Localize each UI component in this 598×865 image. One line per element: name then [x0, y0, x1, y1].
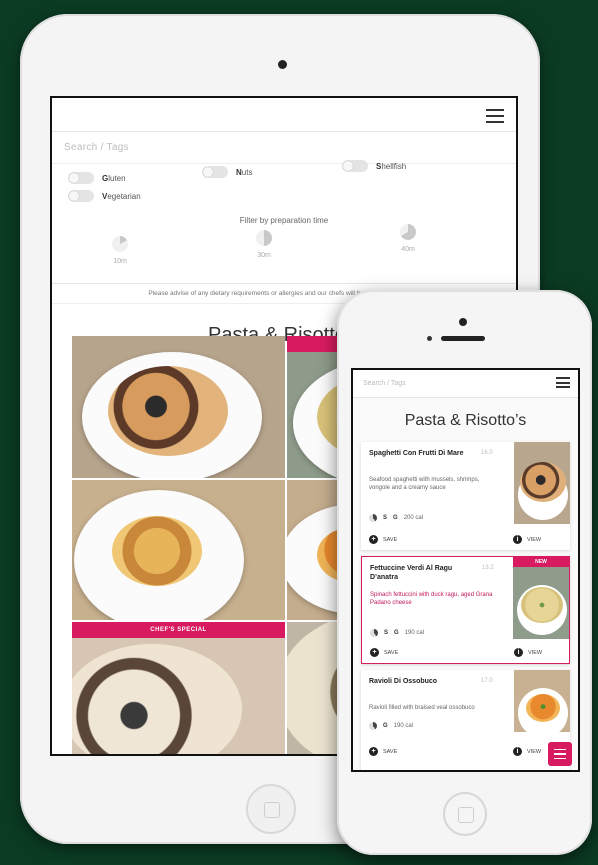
item-name: Spaghetti Con Frutti Di Mare — [369, 450, 464, 457]
item-tags: S G 190 cal — [370, 629, 424, 637]
clock-icon — [256, 230, 272, 246]
menu-item-card[interactable]: Spaghetti Con Frutti Di Mare 16.0 Seafoo… — [361, 442, 570, 550]
info-icon: i — [513, 747, 522, 756]
food-image — [112, 516, 202, 586]
nuts-toggle[interactable] — [202, 166, 228, 178]
dish-tile-ravioli[interactable] — [72, 480, 285, 620]
info-icon: i — [514, 648, 523, 657]
phone-speaker — [441, 336, 485, 341]
clock-icon — [369, 514, 377, 522]
plus-icon: + — [369, 535, 378, 544]
item-price: 13.2 — [482, 565, 494, 571]
item-description: Spinach fettuccini with duck ragu, aged … — [370, 592, 493, 607]
clock-icon — [369, 722, 377, 730]
save-button[interactable]: + SAVE — [370, 648, 398, 657]
phone-device: Search / Tags Pasta & Risotto’s Spaghett… — [337, 290, 592, 855]
item-price: 17.0 — [481, 678, 493, 684]
clock-icon — [370, 629, 378, 637]
item-image — [514, 442, 570, 524]
food-image — [108, 366, 228, 456]
item-image — [513, 557, 569, 639]
prep-option-10[interactable]: 10m — [112, 236, 128, 265]
item-tags: S G 200 cal — [369, 514, 423, 522]
food-image — [72, 644, 242, 754]
phone-sensor — [427, 336, 432, 341]
prep-option-40[interactable]: 40m — [400, 224, 416, 253]
filter-vegetarian[interactable]: Vegetarian — [68, 190, 141, 202]
menu-item-card[interactable]: Ravioli Di Ossobuco 17.0 Ravioli filled … — [361, 670, 570, 770]
item-description: Ravioli filled with braised veal ossobuc… — [369, 705, 475, 711]
shellfish-toggle[interactable] — [342, 160, 368, 172]
item-tags: G 190 cal — [369, 722, 413, 730]
tablet-home-button[interactable] — [246, 784, 296, 834]
save-button[interactable]: + SAVE — [369, 747, 397, 756]
clock-icon — [400, 224, 416, 240]
save-button[interactable]: + SAVE — [369, 535, 397, 544]
menu-icon[interactable] — [556, 377, 570, 388]
new-badge: NEW — [513, 557, 569, 567]
clock-icon — [112, 236, 128, 252]
filter-panel: Gluten Nuts Shellfish Vegetarian Filter … — [52, 160, 516, 284]
menu-icon[interactable] — [486, 109, 504, 123]
filter-shellfish[interactable]: Shellfish — [342, 160, 406, 172]
view-button[interactable]: i VIEW — [514, 648, 542, 657]
dish-tile-risotto-seafood[interactable]: CHEF'S SPECIAL — [72, 622, 285, 754]
item-name: Ravioli Di Ossobuco — [369, 678, 438, 685]
dish-tile-seafood[interactable] — [72, 336, 285, 478]
item-name: Fettuccine Verdi Al Ragu D’anatra — [370, 565, 453, 581]
plus-icon: + — [369, 747, 378, 756]
filter-gluten[interactable]: Gluten — [68, 172, 126, 184]
view-button[interactable]: i VIEW — [513, 747, 541, 756]
phone-screen: Search / Tags Pasta & Risotto’s Spaghett… — [351, 368, 580, 772]
floating-menu-button[interactable] — [548, 742, 572, 766]
plus-icon: + — [370, 648, 379, 657]
phone-header: Search / Tags — [353, 370, 578, 398]
phone-home-button[interactable] — [443, 792, 487, 836]
item-description: Seafood spaghetti with mussels, shrimps,… — [369, 477, 480, 492]
item-price: 16.0 — [481, 450, 493, 456]
prep-option-30[interactable]: 30m — [256, 230, 272, 259]
tablet-camera — [278, 60, 287, 69]
prep-time-title: Filter by preparation time — [239, 216, 329, 225]
page-title: Pasta & Risotto’s — [404, 412, 527, 429]
view-button[interactable]: i VIEW — [513, 535, 541, 544]
info-icon: i — [513, 535, 522, 544]
phone-camera — [459, 318, 467, 326]
chefs-special-badge: CHEF'S SPECIAL — [72, 622, 285, 638]
gluten-toggle[interactable] — [68, 172, 94, 184]
menu-item-card[interactable]: Fettuccine Verdi Al Ragu D’anatra 13.2 S… — [361, 556, 570, 664]
tablet-top-bar — [52, 98, 516, 132]
vegetarian-toggle[interactable] — [68, 190, 94, 202]
filter-nuts[interactable]: Nuts — [202, 166, 252, 178]
item-image — [514, 670, 570, 732]
search-input[interactable]: Search / Tags — [52, 132, 516, 164]
search-input[interactable]: Search / Tags — [363, 380, 406, 387]
